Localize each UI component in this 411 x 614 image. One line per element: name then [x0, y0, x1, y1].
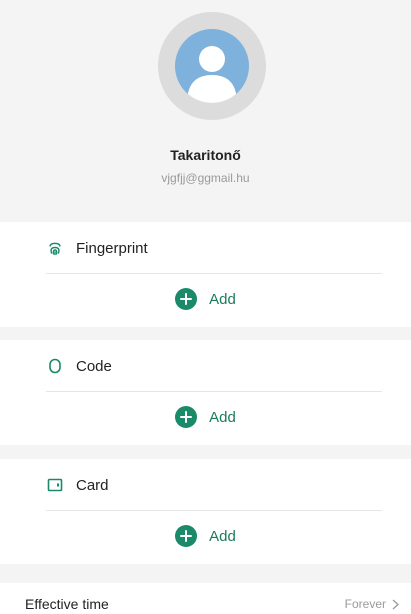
- user-name: Takaritonő: [170, 147, 241, 163]
- card-icon: [46, 476, 64, 494]
- effective-time-row[interactable]: Effective time Forever: [0, 583, 411, 614]
- fingerprint-icon: [46, 239, 64, 257]
- card-title: Card: [76, 476, 109, 494]
- profile-header: Takaritonő vjgfjj@ggmail.hu: [0, 0, 411, 222]
- add-card-button[interactable]: Add: [0, 522, 411, 550]
- divider: [46, 391, 382, 392]
- divider: [46, 273, 382, 274]
- effective-time-value-text: Forever: [344, 597, 386, 611]
- fingerprint-title: Fingerprint: [76, 239, 148, 257]
- chevron-right-icon: [392, 599, 399, 610]
- fingerprint-header: Fingerprint: [46, 236, 148, 260]
- add-code-button[interactable]: Add: [0, 403, 411, 431]
- effective-time-label: Effective time: [25, 596, 109, 612]
- code-header: Code: [46, 354, 112, 378]
- code-title: Code: [76, 357, 112, 375]
- user-avatar-icon: [175, 29, 249, 103]
- add-label: Add: [209, 290, 236, 308]
- effective-time-value[interactable]: Forever: [345, 597, 399, 611]
- card-header: Card: [46, 473, 109, 497]
- plus-icon: [175, 406, 198, 428]
- add-label: Add: [209, 527, 236, 545]
- user-email: vjgfjj@ggmail.hu: [161, 171, 250, 185]
- divider: [46, 510, 382, 511]
- avatar[interactable]: [158, 12, 266, 120]
- plus-icon: [175, 288, 198, 310]
- fingerprint-section: Fingerprint Add: [0, 222, 411, 327]
- code-section: Code Add: [0, 340, 411, 445]
- plus-icon: [175, 525, 198, 547]
- card-section: Card Add: [0, 459, 411, 564]
- add-label: Add: [209, 408, 236, 426]
- add-fingerprint-button[interactable]: Add: [0, 285, 411, 313]
- code-icon: [46, 357, 64, 375]
